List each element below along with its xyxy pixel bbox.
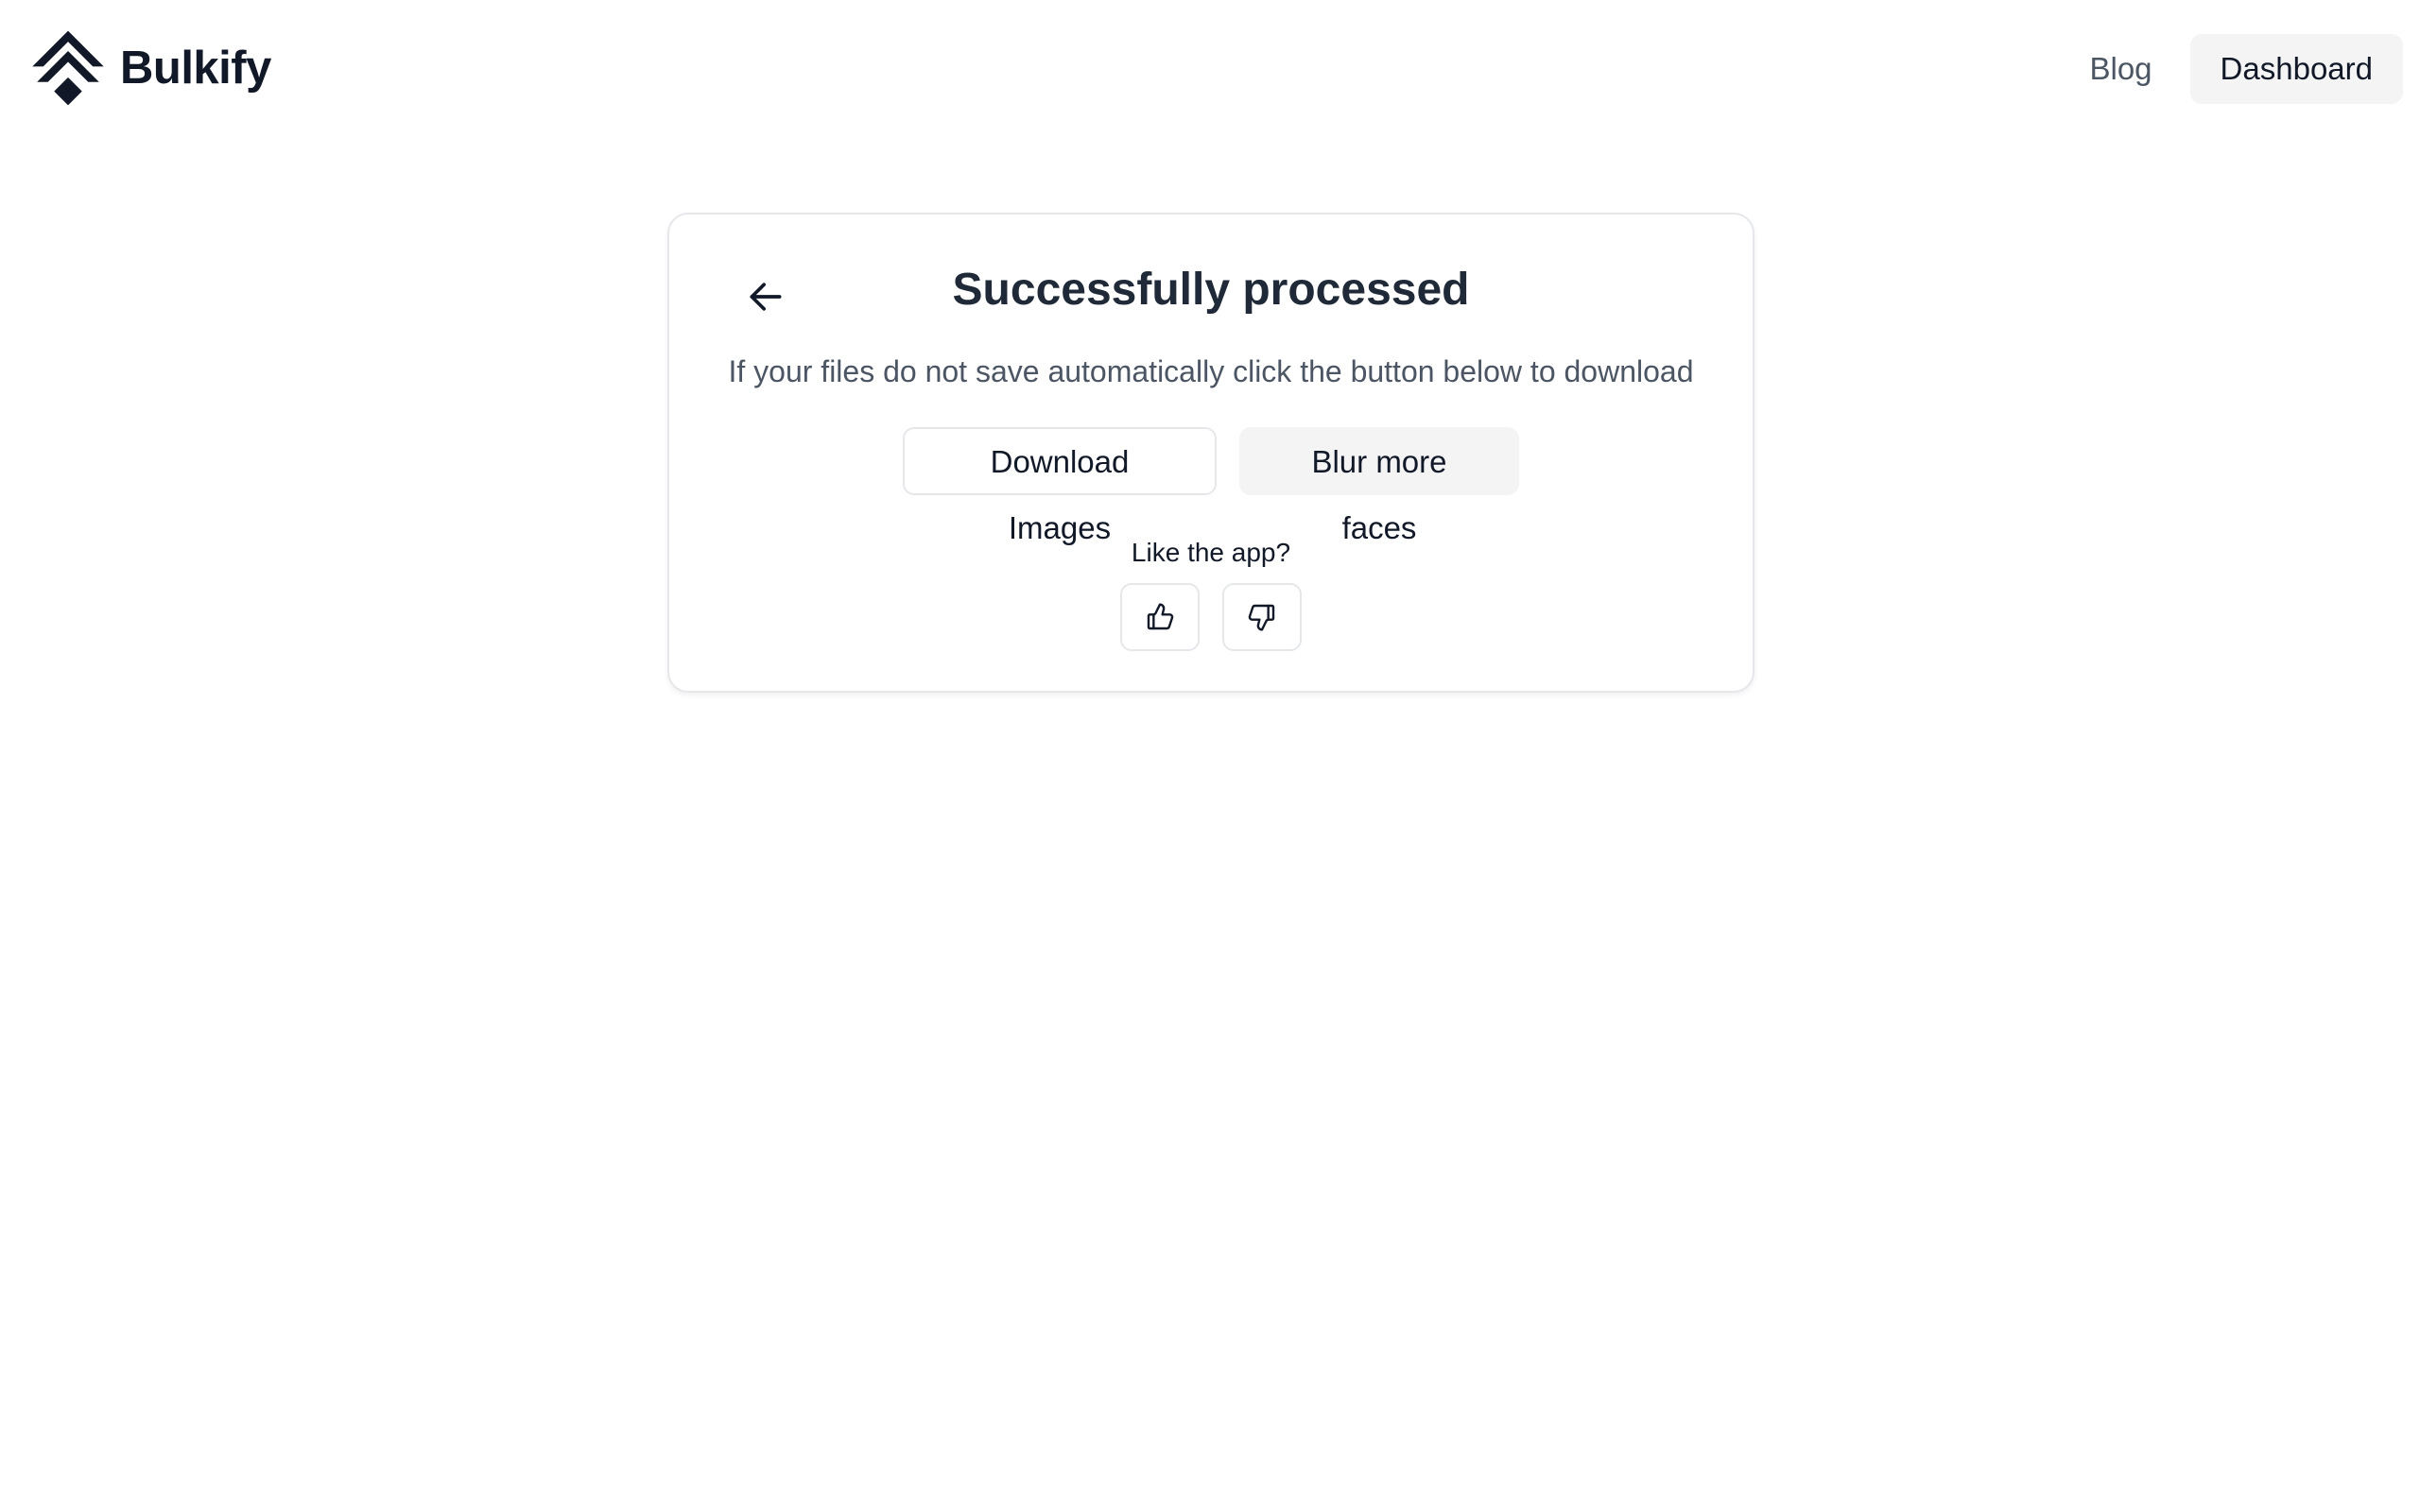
brand-name: Bulkify [120,43,271,94]
nav-link-blog[interactable]: Blog [2051,34,2189,104]
thumbs-down-icon [1248,604,1275,631]
page: Bulkify Blog Dashboard Successfully proc… [0,0,2420,1512]
brand-home-link[interactable]: Bulkify [29,29,271,107]
top-nav-bar: Bulkify Blog Dashboard [0,0,2420,138]
card-title: Successfully processed [952,265,1470,315]
feedback-buttons [669,583,1753,651]
action-buttons: Download Images Blur more faces [669,427,1753,545]
main-nav: Blog Dashboard [2051,34,2403,104]
result-card: Successfully processed If your files do … [667,213,1754,693]
logo-icon [32,30,104,106]
dashboard-button[interactable]: Dashboard [2189,34,2403,104]
download-images-button[interactable]: Download Images [903,427,1217,545]
thumbs-up-icon [1147,603,1174,630]
card-subtitle: If your files do not save automatically … [728,354,1694,388]
feedback-label: Like the app? [1131,538,1291,567]
thumbs-down-button[interactable] [1222,583,1302,651]
thumbs-up-button[interactable] [1120,583,1200,651]
blur-more-faces-button[interactable]: Blur more faces [1239,427,1519,545]
